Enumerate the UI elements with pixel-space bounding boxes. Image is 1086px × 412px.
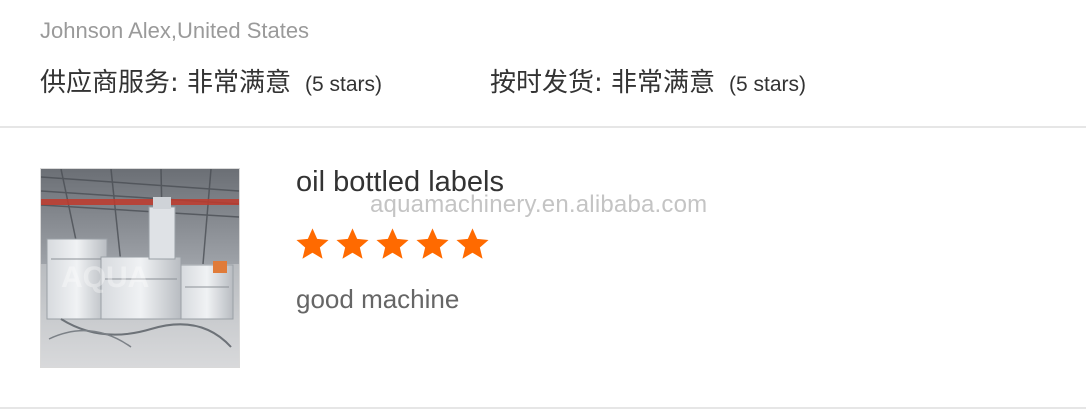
star-icon: [376, 228, 409, 259]
product-rating-stars: [294, 226, 494, 262]
supplier-service-rating: 供应商服务: 非常满意 (5 stars): [40, 62, 382, 99]
star-icon: [296, 228, 329, 259]
image-watermark: AQUA: [61, 261, 149, 294]
supplier-service-label: 供应商服务: 非常满意: [40, 68, 292, 98]
star-icon: [456, 228, 489, 259]
reviewer-name: Johnson Alex,United States: [40, 18, 310, 43]
star-icon: [416, 228, 449, 259]
on-time-delivery-rating: 按时发货: 非常满意 (5 stars): [490, 62, 806, 99]
supplier-ratings: 供应商服务: 非常满意 (5 stars) 按时发货: 非常满意 (5 stars): [40, 62, 1040, 98]
divider: [0, 126, 1086, 128]
star-icon: [336, 228, 369, 259]
product-thumbnail[interactable]: AQUA: [40, 168, 240, 368]
review-comment: good machine: [296, 284, 460, 314]
supplier-service-stars-text: (5 stars): [305, 73, 383, 96]
site-watermark: aquamachinery.en.alibaba.com: [370, 191, 708, 218]
review-card: Johnson Alex,United States 供应商服务: 非常满意 (5…: [0, 0, 1086, 412]
on-time-delivery-label: 按时发货: 非常满意: [490, 68, 716, 98]
factory-photo: AQUA: [41, 169, 239, 367]
divider: [0, 407, 1086, 409]
on-time-delivery-stars-text: (5 stars): [729, 73, 807, 96]
